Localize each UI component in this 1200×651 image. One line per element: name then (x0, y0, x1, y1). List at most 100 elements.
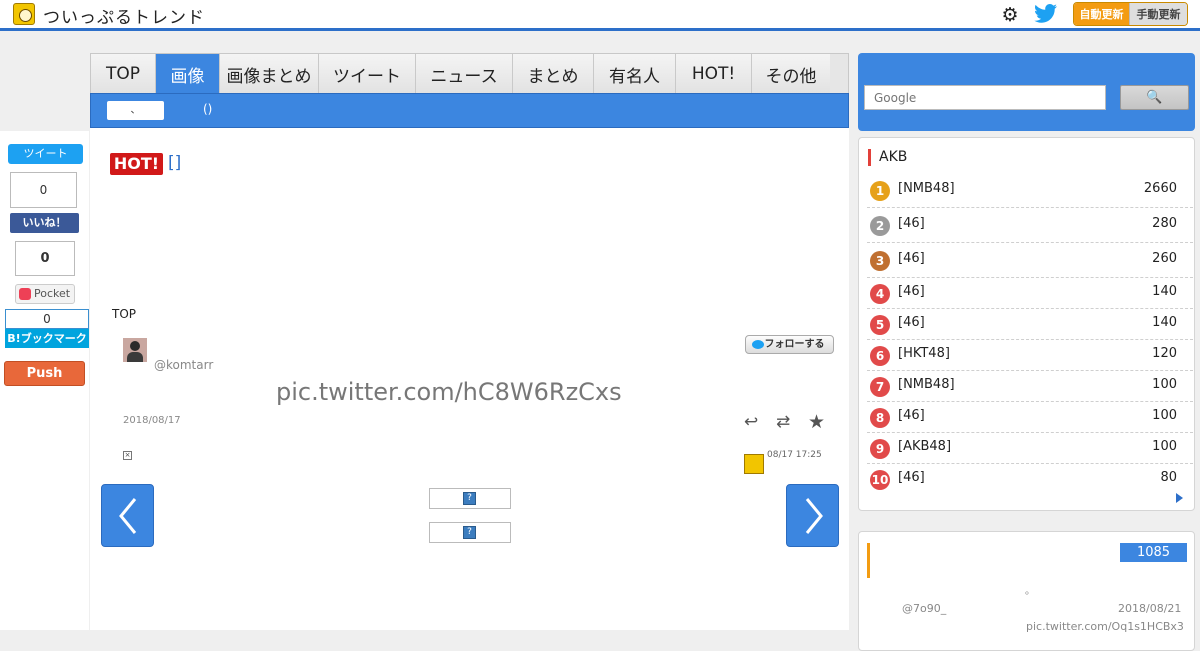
ranking-count: 140 (1152, 315, 1177, 330)
rank-medal-icon: 9 (870, 439, 890, 459)
ranking-row[interactable]: 1 [NMB48] 2660 (867, 174, 1193, 208)
news-text: 。 (1025, 586, 1035, 597)
news-date: 2018/08/21 (1118, 602, 1182, 615)
missing-image-icon: ? (463, 492, 476, 505)
ranking-label: [46] (898, 315, 925, 330)
more-arrow-icon[interactable] (1176, 493, 1183, 503)
bot-avatar-icon (744, 454, 764, 474)
sub-nav: 、 () () (90, 93, 849, 128)
site-title[interactable]: ついっぷるトレンド (43, 3, 205, 28)
pocket-button[interactable]: Pocket (15, 284, 75, 304)
tab-top[interactable]: TOP (91, 54, 156, 94)
previous-button[interactable] (101, 484, 154, 547)
top-bar: ついっぷるトレンド ⚙ 自動更新 手動更新 (0, 0, 1200, 31)
sub-nav-item[interactable]: () (155, 102, 164, 116)
ranking-row[interactable]: 10 [46] 80 (867, 464, 1193, 495)
rank-medal-icon: 7 (870, 377, 890, 397)
search-input[interactable] (864, 85, 1106, 110)
news-link[interactable]: pic.twitter.com/Oq1s1HCBx3 (1026, 620, 1184, 633)
ranking-count: 100 (1152, 408, 1177, 423)
hot-link[interactable]: [] (168, 153, 181, 173)
facebook-like-button[interactable]: いいね！ (10, 213, 79, 233)
broken-image-icon: × (123, 451, 132, 460)
ranking-label: [NMB48] (898, 377, 955, 392)
rank-medal-icon: 10 (870, 470, 890, 490)
rank-medal-icon: 2 (870, 216, 890, 236)
tab-news[interactable]: ニュース (416, 54, 513, 94)
tweet-text[interactable]: pic.twitter.com/hC8W6RzCxs (276, 378, 622, 406)
rank-medal-icon: 3 (870, 251, 890, 271)
follow-button[interactable]: フォローする (745, 335, 834, 354)
rank-medal-icon: 4 (870, 284, 890, 304)
avatar[interactable] (123, 338, 147, 362)
ranking-row[interactable]: 2 [46] 280 (867, 208, 1193, 243)
auto-update-button[interactable]: 自動更新 (1074, 3, 1130, 25)
tweet-share-button[interactable]: ツイート (8, 144, 83, 164)
ranking-label: [HKT48] (898, 346, 950, 361)
tab-celebrities[interactable]: 有名人 (594, 54, 676, 94)
news-count-badge: 1085 (1120, 543, 1187, 562)
news-user[interactable]: @7o90_ (902, 602, 946, 615)
bot-timestamp: 08/17 17:25 (767, 450, 822, 460)
ranking-label: [46] (898, 216, 925, 231)
chevron-right-icon (805, 498, 823, 534)
sub-nav-item[interactable]: () (203, 102, 212, 116)
tab-matome[interactable]: まとめ (513, 54, 594, 94)
ranking-row[interactable]: 5 [46] 140 (867, 309, 1193, 340)
update-mode-toggle: 自動更新 手動更新 (1073, 2, 1188, 26)
ranking-row[interactable]: 9 [AKB48] 100 (867, 433, 1193, 464)
rank-medal-icon: 1 (870, 181, 890, 201)
favorite-star-icon[interactable]: ★ (808, 412, 828, 432)
tab-images[interactable]: 画像 (156, 54, 220, 94)
ranking-row[interactable]: 7 [NMB48] 100 (867, 371, 1193, 402)
ranking-row[interactable]: 3 [46] 260 (867, 243, 1193, 278)
rank-medal-icon: 5 (870, 315, 890, 335)
category-tabs: TOP 画像 画像まとめ ツイート ニュース まとめ 有名人 HOT! その他 (90, 53, 849, 94)
next-button[interactable] (786, 484, 839, 547)
image-placeholder[interactable]: ? (429, 488, 511, 509)
reply-icon[interactable]: ↩ (744, 413, 764, 431)
ranking-row[interactable]: 8 [46] 100 (867, 402, 1193, 433)
rank-medal-icon: 8 (870, 408, 890, 428)
ranking-row[interactable]: 6 [HKT48] 120 (867, 340, 1193, 371)
push-button[interactable]: Push (4, 361, 85, 386)
ranking-row[interactable]: 4 [46] 140 (867, 278, 1193, 309)
ranking-label: [46] (898, 251, 925, 266)
ranking-title: AKB (868, 149, 907, 166)
ranking-label: [46] (898, 284, 925, 299)
facebook-like-count: 0 (10, 172, 77, 208)
chevron-left-icon (119, 498, 137, 534)
ranking-count: 100 (1152, 377, 1177, 392)
logo-icon[interactable] (13, 3, 35, 25)
search-button[interactable]: 🔍 (1120, 85, 1189, 110)
tweet-date: 2018/08/17 (123, 415, 181, 426)
missing-image-icon: ? (463, 526, 476, 539)
gear-icon[interactable]: ⚙ (1000, 5, 1020, 25)
ranking-panel: AKB 1 [NMB48] 2660 2 [46] 280 3 [46] 260 4 [46] 140… (858, 137, 1195, 511)
tweet-username[interactable]: @komtarr (154, 358, 213, 372)
ranking-label: [NMB48] (898, 181, 955, 196)
hatena-bookmark-button[interactable]: B!ブックマーク (5, 329, 89, 348)
ranking-count: 120 (1152, 346, 1177, 361)
news-panel: 1085 。 @7o90_ 2018/08/21 pic.twitter.com… (858, 531, 1195, 651)
twitter-icon[interactable] (1034, 4, 1058, 24)
ranking-label: [46] (898, 470, 925, 485)
breadcrumb[interactable]: TOP (112, 307, 136, 321)
tab-tweets[interactable]: ツイート (319, 54, 416, 94)
ranking-count: 80 (1160, 470, 1177, 485)
ranking-count: 2660 (1143, 181, 1177, 196)
tab-image-matome[interactable]: 画像まとめ (220, 54, 319, 94)
retweet-icon[interactable]: ⇄ (776, 413, 796, 431)
image-placeholder[interactable]: ? (429, 522, 511, 543)
tab-other[interactable]: その他 (752, 54, 830, 94)
rank-medal-icon: 6 (870, 346, 890, 366)
ranking-count: 140 (1152, 284, 1177, 299)
ranking-count: 100 (1152, 439, 1177, 454)
hot-badge: HOT! (110, 153, 163, 175)
tab-hot[interactable]: HOT! (676, 54, 752, 94)
ranking-count: 260 (1152, 251, 1177, 266)
manual-update-button[interactable]: 手動更新 (1129, 3, 1187, 25)
search-icon: 🔍 (1146, 90, 1163, 105)
pocket-count: 0 (15, 241, 75, 276)
share-sidebar: ツイート 0 いいね！ 0 Pocket 0 B!ブックマーク Push (0, 131, 89, 630)
